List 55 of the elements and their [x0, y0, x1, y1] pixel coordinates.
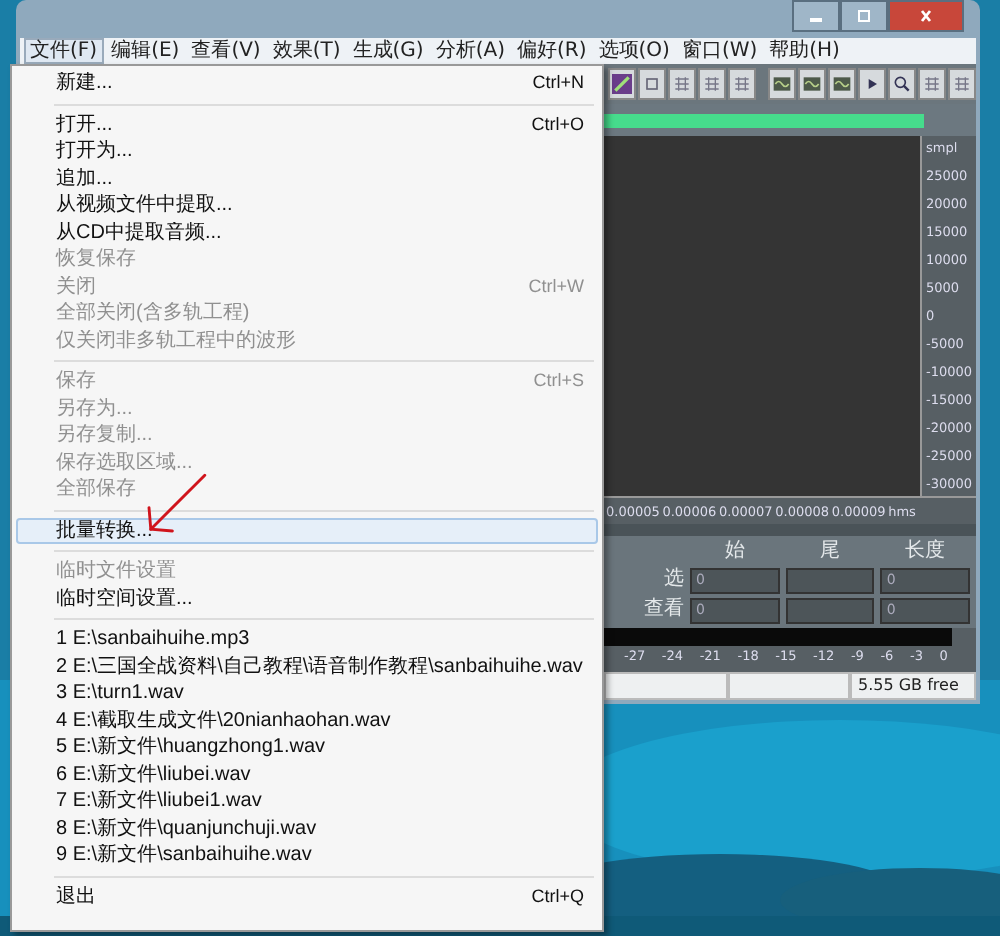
menu-item[interactable]: 追加... [16, 165, 598, 192]
input-field[interactable] [785, 597, 875, 624]
grid-icon[interactable] [948, 68, 976, 100]
row-label: 查看 [644, 598, 684, 623]
menu-item[interactable]: 打开... Ctrl+O [16, 111, 598, 138]
menu-title[interactable]: 窗口(W) [677, 38, 762, 64]
status-cell [604, 672, 727, 700]
maximize-button[interactable] [840, 0, 888, 32]
row-label: 选 [662, 568, 684, 593]
square-icon[interactable] [638, 68, 666, 100]
menu-title[interactable]: 选项(O) [594, 38, 674, 64]
menu-item[interactable]: 9 E:\新文件\sanbaihuihe.wav [16, 842, 598, 869]
menu-item[interactable]: 7 E:\新文件\liubei1.wav [16, 788, 598, 815]
menu-title[interactable]: 效果(T) [268, 38, 345, 64]
menu-item[interactable]: 1 E:\sanbaihuihe.mp3 [16, 626, 598, 653]
search-icon[interactable] [888, 68, 916, 100]
menu-title[interactable]: 帮助(H) [765, 38, 844, 64]
waveform-icon[interactable] [768, 68, 796, 100]
menu-item[interactable]: 批量转换... [16, 517, 598, 544]
status-cell: 5.55 GB free [850, 672, 976, 700]
input-field[interactable] [785, 567, 875, 594]
menu-title[interactable]: 偏好(R) [512, 38, 591, 64]
menu-title[interactable]: 生成(G) [348, 38, 428, 64]
play-icon[interactable] [858, 68, 886, 100]
menu-item[interactable]: 从视频文件中提取... [16, 192, 598, 219]
menu-item[interactable]: 新建... Ctrl+N [16, 70, 598, 97]
menu-title[interactable]: 分析(A) [431, 38, 509, 64]
close-button[interactable] [888, 0, 964, 32]
menu-item[interactable]: 6 E:\新文件\liubei.wav [16, 761, 598, 788]
menu-title[interactable]: 编辑(E) [107, 38, 184, 64]
menu-item[interactable]: 8 E:\新文件\quanjunchuji.wav [16, 815, 598, 842]
close-icon [916, 8, 936, 24]
menu-item[interactable]: 5 E:\新文件\huangzhong1.wav [16, 734, 598, 761]
grid-icon[interactable] [698, 68, 726, 100]
maximize-icon [854, 8, 874, 24]
grid-icon[interactable] [668, 68, 696, 100]
column-header: 长度 [903, 540, 948, 565]
column-header: 始 [722, 540, 747, 565]
column-header: 尾 [817, 540, 842, 565]
menu-item[interactable]: 临时空间设置... [16, 585, 598, 612]
menu-title[interactable]: 查看(V) [187, 38, 265, 64]
waveform-icon[interactable] [828, 68, 856, 100]
minimize-button[interactable] [792, 0, 840, 32]
pencil-icon[interactable] [608, 68, 636, 100]
menu-item[interactable]: 退出 Ctrl+Q [16, 883, 598, 910]
annotation-arrow [147, 473, 207, 533]
menu-item[interactable]: 打开为... [16, 138, 598, 165]
grid-icon[interactable] [728, 68, 756, 100]
menu-item[interactable]: 3 E:\turn1.wav [16, 680, 598, 707]
waveform-icon[interactable] [798, 68, 826, 100]
menu-item[interactable]: 从CD中提取音频... [16, 219, 598, 246]
menu-title[interactable]: 文件(F) [24, 38, 104, 64]
menu-item[interactable]: 4 E:\截取生成文件\20nianhaohan.wav [16, 707, 598, 734]
status-cell [727, 672, 850, 700]
menu-item[interactable]: 2 E:\三国全战资料\自己教程\语音制作教程\sanbaihuihe.wav [16, 653, 598, 680]
